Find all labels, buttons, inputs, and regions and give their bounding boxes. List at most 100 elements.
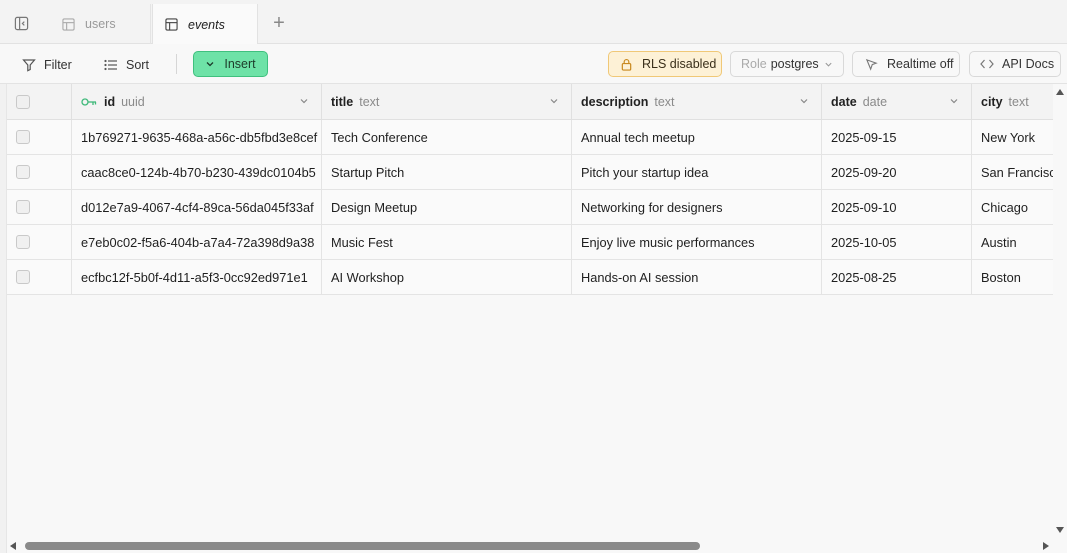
table-icon: [62, 17, 75, 31]
cell-description[interactable]: Annual tech meetup: [572, 120, 822, 154]
code-icon: [980, 58, 994, 70]
row-checkbox[interactable]: [16, 270, 30, 284]
filter-label: Filter: [44, 58, 72, 72]
select-all-cell: [7, 84, 72, 120]
sort-label: Sort: [126, 58, 149, 72]
cell-city[interactable]: Boston: [972, 260, 1053, 294]
cell-date[interactable]: 2025-10-05: [822, 225, 972, 259]
cell-date[interactable]: 2025-08-25: [822, 260, 972, 294]
api-docs-button[interactable]: API Docs: [969, 51, 1061, 77]
cell-title[interactable]: AI Workshop: [322, 260, 572, 294]
cell-description[interactable]: Pitch your startup idea: [572, 155, 822, 189]
row-checkbox[interactable]: [16, 200, 30, 214]
cell-title[interactable]: Design Meetup: [322, 190, 572, 224]
cell-date[interactable]: 2025-09-10: [822, 190, 972, 224]
sort-icon: [104, 58, 118, 72]
sort-button[interactable]: Sort: [104, 52, 149, 78]
row-checkbox[interactable]: [16, 235, 30, 249]
column-header-date[interactable]: date date: [822, 84, 972, 120]
filter-icon: [22, 58, 36, 72]
rls-label: RLS disabled: [642, 57, 717, 71]
cell-description[interactable]: Hands-on AI session: [572, 260, 822, 294]
chevron-down-icon: [205, 59, 215, 69]
tab-events[interactable]: events: [152, 4, 258, 45]
table-row[interactable]: ecfbc12f-5b0f-4d11-a5f3-0cc92ed971e1 AI …: [7, 260, 1053, 295]
column-name: id: [104, 95, 116, 109]
insert-label: Insert: [224, 57, 256, 71]
cell-city[interactable]: New York: [972, 120, 1053, 154]
cell-city[interactable]: Chicago: [972, 190, 1053, 224]
select-all-checkbox[interactable]: [16, 95, 30, 109]
row-select-cell: [7, 155, 72, 189]
role-selector[interactable]: Role postgres: [730, 51, 844, 77]
cursor-icon: [865, 58, 878, 71]
rls-button[interactable]: RLS disabled: [608, 51, 722, 77]
column-name: city: [981, 95, 1003, 109]
cell-id[interactable]: ecfbc12f-5b0f-4d11-a5f3-0cc92ed971e1: [72, 260, 322, 294]
cell-description[interactable]: Enjoy live music performances: [572, 225, 822, 259]
column-header-city[interactable]: city text: [972, 84, 1053, 120]
column-header-id[interactable]: id uuid: [72, 84, 322, 120]
tab-label: events: [188, 17, 225, 32]
key-icon: [81, 97, 97, 107]
chevron-down-icon[interactable]: [299, 96, 309, 106]
column-type: text: [654, 95, 675, 109]
scroll-left-icon[interactable]: [10, 542, 16, 550]
chevron-down-icon[interactable]: [549, 96, 559, 106]
chevron-down-icon[interactable]: [949, 96, 959, 106]
cell-id[interactable]: caac8ce0-124b-4b70-b230-439dc0104b5: [72, 155, 322, 189]
cell-city[interactable]: San Francisco: [972, 155, 1053, 189]
tab-label: users: [85, 17, 116, 31]
cell-date[interactable]: 2025-09-20: [822, 155, 972, 189]
column-header-title[interactable]: title text: [322, 84, 572, 120]
column-type: text: [359, 95, 380, 109]
row-checkbox[interactable]: [16, 165, 30, 179]
column-name: title: [331, 95, 354, 109]
add-tab-icon[interactable]: +: [268, 13, 290, 36]
cell-id[interactable]: e7eb0c02-f5a6-404b-a7a4-72a398d9a38: [72, 225, 322, 259]
tab-users[interactable]: users: [50, 4, 151, 44]
column-header-description[interactable]: description text: [572, 84, 822, 120]
table-row[interactable]: d012e7a9-4067-4cf4-89ca-56da045f33af Des…: [7, 190, 1053, 225]
role-value: postgres: [770, 57, 819, 71]
horizontal-scrollbar[interactable]: [7, 539, 1053, 553]
table-row[interactable]: 1b769271-9635-468a-a56c-db5fbd3e8cef Tec…: [7, 120, 1053, 155]
cell-title[interactable]: Startup Pitch: [322, 155, 572, 189]
realtime-label: Realtime off: [887, 57, 954, 71]
insert-button[interactable]: Insert: [193, 51, 268, 77]
cell-description[interactable]: Networking for designers: [572, 190, 822, 224]
filter-button[interactable]: Filter: [22, 52, 72, 78]
cell-title[interactable]: Tech Conference: [322, 120, 572, 154]
scroll-down-icon[interactable]: [1056, 527, 1064, 533]
chevron-down-icon[interactable]: [799, 96, 809, 106]
scroll-right-icon[interactable]: [1043, 542, 1049, 550]
column-name: date: [831, 95, 857, 109]
toolbar-divider: [176, 54, 177, 74]
cell-date[interactable]: 2025-09-15: [822, 120, 972, 154]
header-row: id uuid title text description text date…: [7, 84, 1053, 120]
row-checkbox[interactable]: [16, 130, 30, 144]
realtime-button[interactable]: Realtime off: [852, 51, 960, 77]
row-select-cell: [7, 260, 72, 294]
role-prefix: Role: [741, 57, 767, 71]
api-docs-label: API Docs: [1002, 57, 1055, 71]
cell-title[interactable]: Music Fest: [322, 225, 572, 259]
column-type: date: [862, 95, 888, 109]
scroll-up-icon[interactable]: [1056, 89, 1064, 95]
cell-city[interactable]: Austin: [972, 225, 1053, 259]
sidebar-toggle-icon[interactable]: [10, 12, 32, 34]
table-row[interactable]: caac8ce0-124b-4b70-b230-439dc0104b5 Star…: [7, 155, 1053, 190]
table-row[interactable]: e7eb0c02-f5a6-404b-a7a4-72a398d9a38 Musi…: [7, 225, 1053, 260]
table-icon: [165, 18, 178, 31]
row-select-cell: [7, 225, 72, 259]
cell-id[interactable]: d012e7a9-4067-4cf4-89ca-56da045f33af: [72, 190, 322, 224]
row-select-cell: [7, 190, 72, 224]
chevron-down-icon: [824, 60, 833, 69]
data-grid: id uuid title text description text date…: [7, 84, 1053, 539]
row-select-cell: [7, 120, 72, 154]
toolbar: Filter Sort Insert RLS disabled Role pos…: [0, 44, 1067, 84]
vertical-scrollbar[interactable]: [1053, 84, 1067, 539]
scrollbar-thumb[interactable]: [25, 542, 700, 550]
cell-id[interactable]: 1b769271-9635-468a-a56c-db5fbd3e8cef: [72, 120, 322, 154]
tab-bar: users events +: [0, 0, 1067, 45]
